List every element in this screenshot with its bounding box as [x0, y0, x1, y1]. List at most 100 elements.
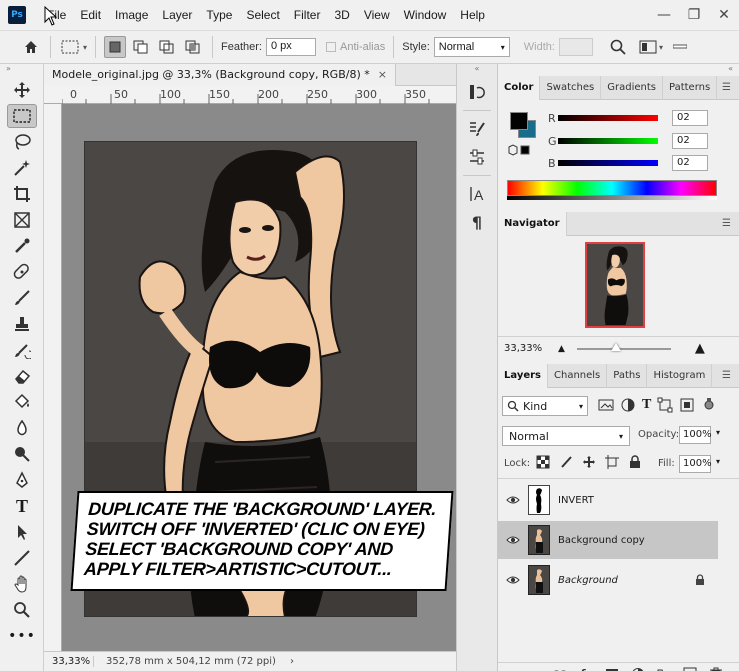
width-input[interactable]: [558, 38, 593, 56]
trash-icon[interactable]: [707, 665, 725, 671]
blend-mode-select[interactable]: Normal ▾: [502, 426, 630, 446]
opacity-input[interactable]: 100%: [679, 426, 712, 444]
paint-bucket-tool-icon[interactable]: [7, 390, 37, 414]
value-g[interactable]: 02: [672, 133, 708, 149]
status-menu-arrow-icon[interactable]: ›: [290, 656, 294, 667]
color-spectrum[interactable]: [507, 180, 717, 196]
chevron-down-icon[interactable]: ▾: [716, 457, 720, 466]
layer-row-background[interactable]: Background: [498, 561, 718, 599]
line-tool-icon[interactable]: [7, 546, 37, 570]
pen-tool-icon[interactable]: [7, 468, 37, 492]
eraser-tool-icon[interactable]: [7, 364, 37, 388]
type-filter-icon[interactable]: T: [642, 397, 651, 413]
panel-menu-icon[interactable]: ☰: [722, 82, 731, 93]
lock-transparency-icon[interactable]: [536, 455, 550, 469]
layer-row-background-copy[interactable]: Background copy: [498, 521, 718, 559]
panel-menu-icon[interactable]: ☰: [722, 218, 731, 229]
shape-filter-icon[interactable]: [657, 397, 673, 413]
value-r[interactable]: 02: [672, 110, 708, 126]
lock-icon[interactable]: [694, 574, 706, 586]
filter-toggle-icon[interactable]: [701, 397, 717, 413]
new-layer-icon[interactable]: [681, 665, 699, 671]
collapse-icon[interactable]: »: [0, 64, 43, 76]
clone-stamp-tool-icon[interactable]: [7, 312, 37, 336]
antialias-checkbox[interactable]: Anti-alias: [325, 41, 385, 53]
lasso-tool-icon[interactable]: [7, 130, 37, 154]
chevron-down-icon[interactable]: ▾: [659, 43, 663, 52]
menu-3d[interactable]: 3D: [327, 8, 356, 22]
layer-name[interactable]: Background: [558, 575, 618, 586]
adjustment-filter-icon[interactable]: [620, 397, 636, 413]
dodge-tool-icon[interactable]: [7, 442, 37, 466]
close-button[interactable]: ✕: [709, 1, 739, 29]
navigator-zoom-slider[interactable]: [576, 342, 671, 351]
character-panel-icon[interactable]: A: [464, 182, 490, 206]
feather-input[interactable]: 0 px: [265, 38, 316, 56]
navigator-preview[interactable]: [585, 242, 645, 328]
panel-menu-icon[interactable]: ☰: [722, 370, 731, 381]
tab-color[interactable]: Color: [498, 75, 541, 100]
visibility-eye-icon[interactable]: [498, 575, 528, 585]
lock-all-icon[interactable]: [628, 455, 642, 469]
fx-icon[interactable]: fx: [577, 665, 595, 671]
link-icon[interactable]: [551, 665, 569, 671]
navigator-zoom-value[interactable]: 33,33%: [498, 343, 548, 354]
menu-type[interactable]: Type: [199, 8, 239, 22]
group-icon[interactable]: [655, 665, 673, 671]
adjustments-icon[interactable]: [464, 145, 490, 169]
tab-paths[interactable]: Paths: [607, 363, 648, 388]
slider-thumb[interactable]: [610, 342, 621, 351]
workspace-icon[interactable]: [637, 36, 659, 58]
tab-swatches[interactable]: Swatches: [540, 75, 602, 100]
healing-brush-tool-icon[interactable]: [7, 260, 37, 284]
color-mode-icons[interactable]: [508, 144, 530, 156]
layer-name[interactable]: INVERT: [558, 495, 594, 506]
more-tools-icon[interactable]: •••: [7, 624, 37, 648]
home-icon[interactable]: [20, 36, 42, 58]
layer-row-invert[interactable]: INVERT: [498, 481, 718, 519]
history-brush-tool-icon[interactable]: [7, 338, 37, 362]
layer-filter-select[interactable]: Kind ▾: [502, 396, 588, 416]
new-selection-icon[interactable]: [104, 36, 127, 58]
slider-g[interactable]: G 02: [548, 133, 708, 149]
search-icon[interactable]: [607, 36, 629, 58]
crop-tool-icon[interactable]: [7, 182, 37, 206]
zoom-in-icon[interactable]: ▲: [695, 341, 705, 356]
tab-patterns[interactable]: Patterns: [663, 75, 718, 100]
menu-edit[interactable]: Edit: [73, 8, 108, 22]
document-tab[interactable]: Modele_original.jpg @ 33,3% (Background …: [44, 63, 396, 86]
move-tool-icon[interactable]: [7, 78, 37, 102]
smart-object-filter-icon[interactable]: [679, 397, 695, 413]
chevron-down-icon[interactable]: ▾: [716, 428, 720, 437]
zoom-level[interactable]: 33,33%: [44, 656, 94, 667]
collapse-icon[interactable]: «: [498, 64, 739, 76]
zoom-tool-icon[interactable]: [7, 598, 37, 622]
zoom-out-icon[interactable]: ▲: [558, 344, 565, 354]
intersect-selection-icon[interactable]: [182, 36, 204, 58]
rectangular-marquee-tool-icon[interactable]: [7, 104, 37, 128]
fill-input[interactable]: 100%: [679, 455, 712, 473]
menu-image[interactable]: Image: [108, 8, 155, 22]
add-selection-icon[interactable]: [130, 36, 152, 58]
path-selection-tool-icon[interactable]: [7, 520, 37, 544]
subtract-selection-icon[interactable]: [156, 36, 178, 58]
visibility-eye-icon[interactable]: [498, 535, 528, 545]
tab-histogram[interactable]: Histogram: [647, 363, 713, 388]
brush-settings-icon[interactable]: [464, 117, 490, 141]
frame-tool-icon[interactable]: [7, 208, 37, 232]
mask-icon[interactable]: [603, 665, 621, 671]
menu-view[interactable]: View: [357, 8, 397, 22]
menu-window[interactable]: Window: [397, 8, 454, 22]
adjustment-icon[interactable]: [629, 665, 647, 671]
collapse-icon[interactable]: «: [457, 64, 497, 76]
gray-ramp[interactable]: [507, 196, 717, 200]
restore-button[interactable]: ❐: [679, 1, 709, 29]
minimize-button[interactable]: —: [649, 1, 679, 29]
type-tool-icon[interactable]: T: [7, 494, 37, 518]
lock-pixels-icon[interactable]: [559, 455, 573, 469]
share-icon[interactable]: [669, 36, 691, 58]
chevron-down-icon[interactable]: ▾: [83, 43, 87, 52]
hand-tool-icon[interactable]: [7, 572, 37, 596]
close-tab-icon[interactable]: ×: [378, 68, 387, 81]
marquee-preset-icon[interactable]: [59, 36, 81, 58]
